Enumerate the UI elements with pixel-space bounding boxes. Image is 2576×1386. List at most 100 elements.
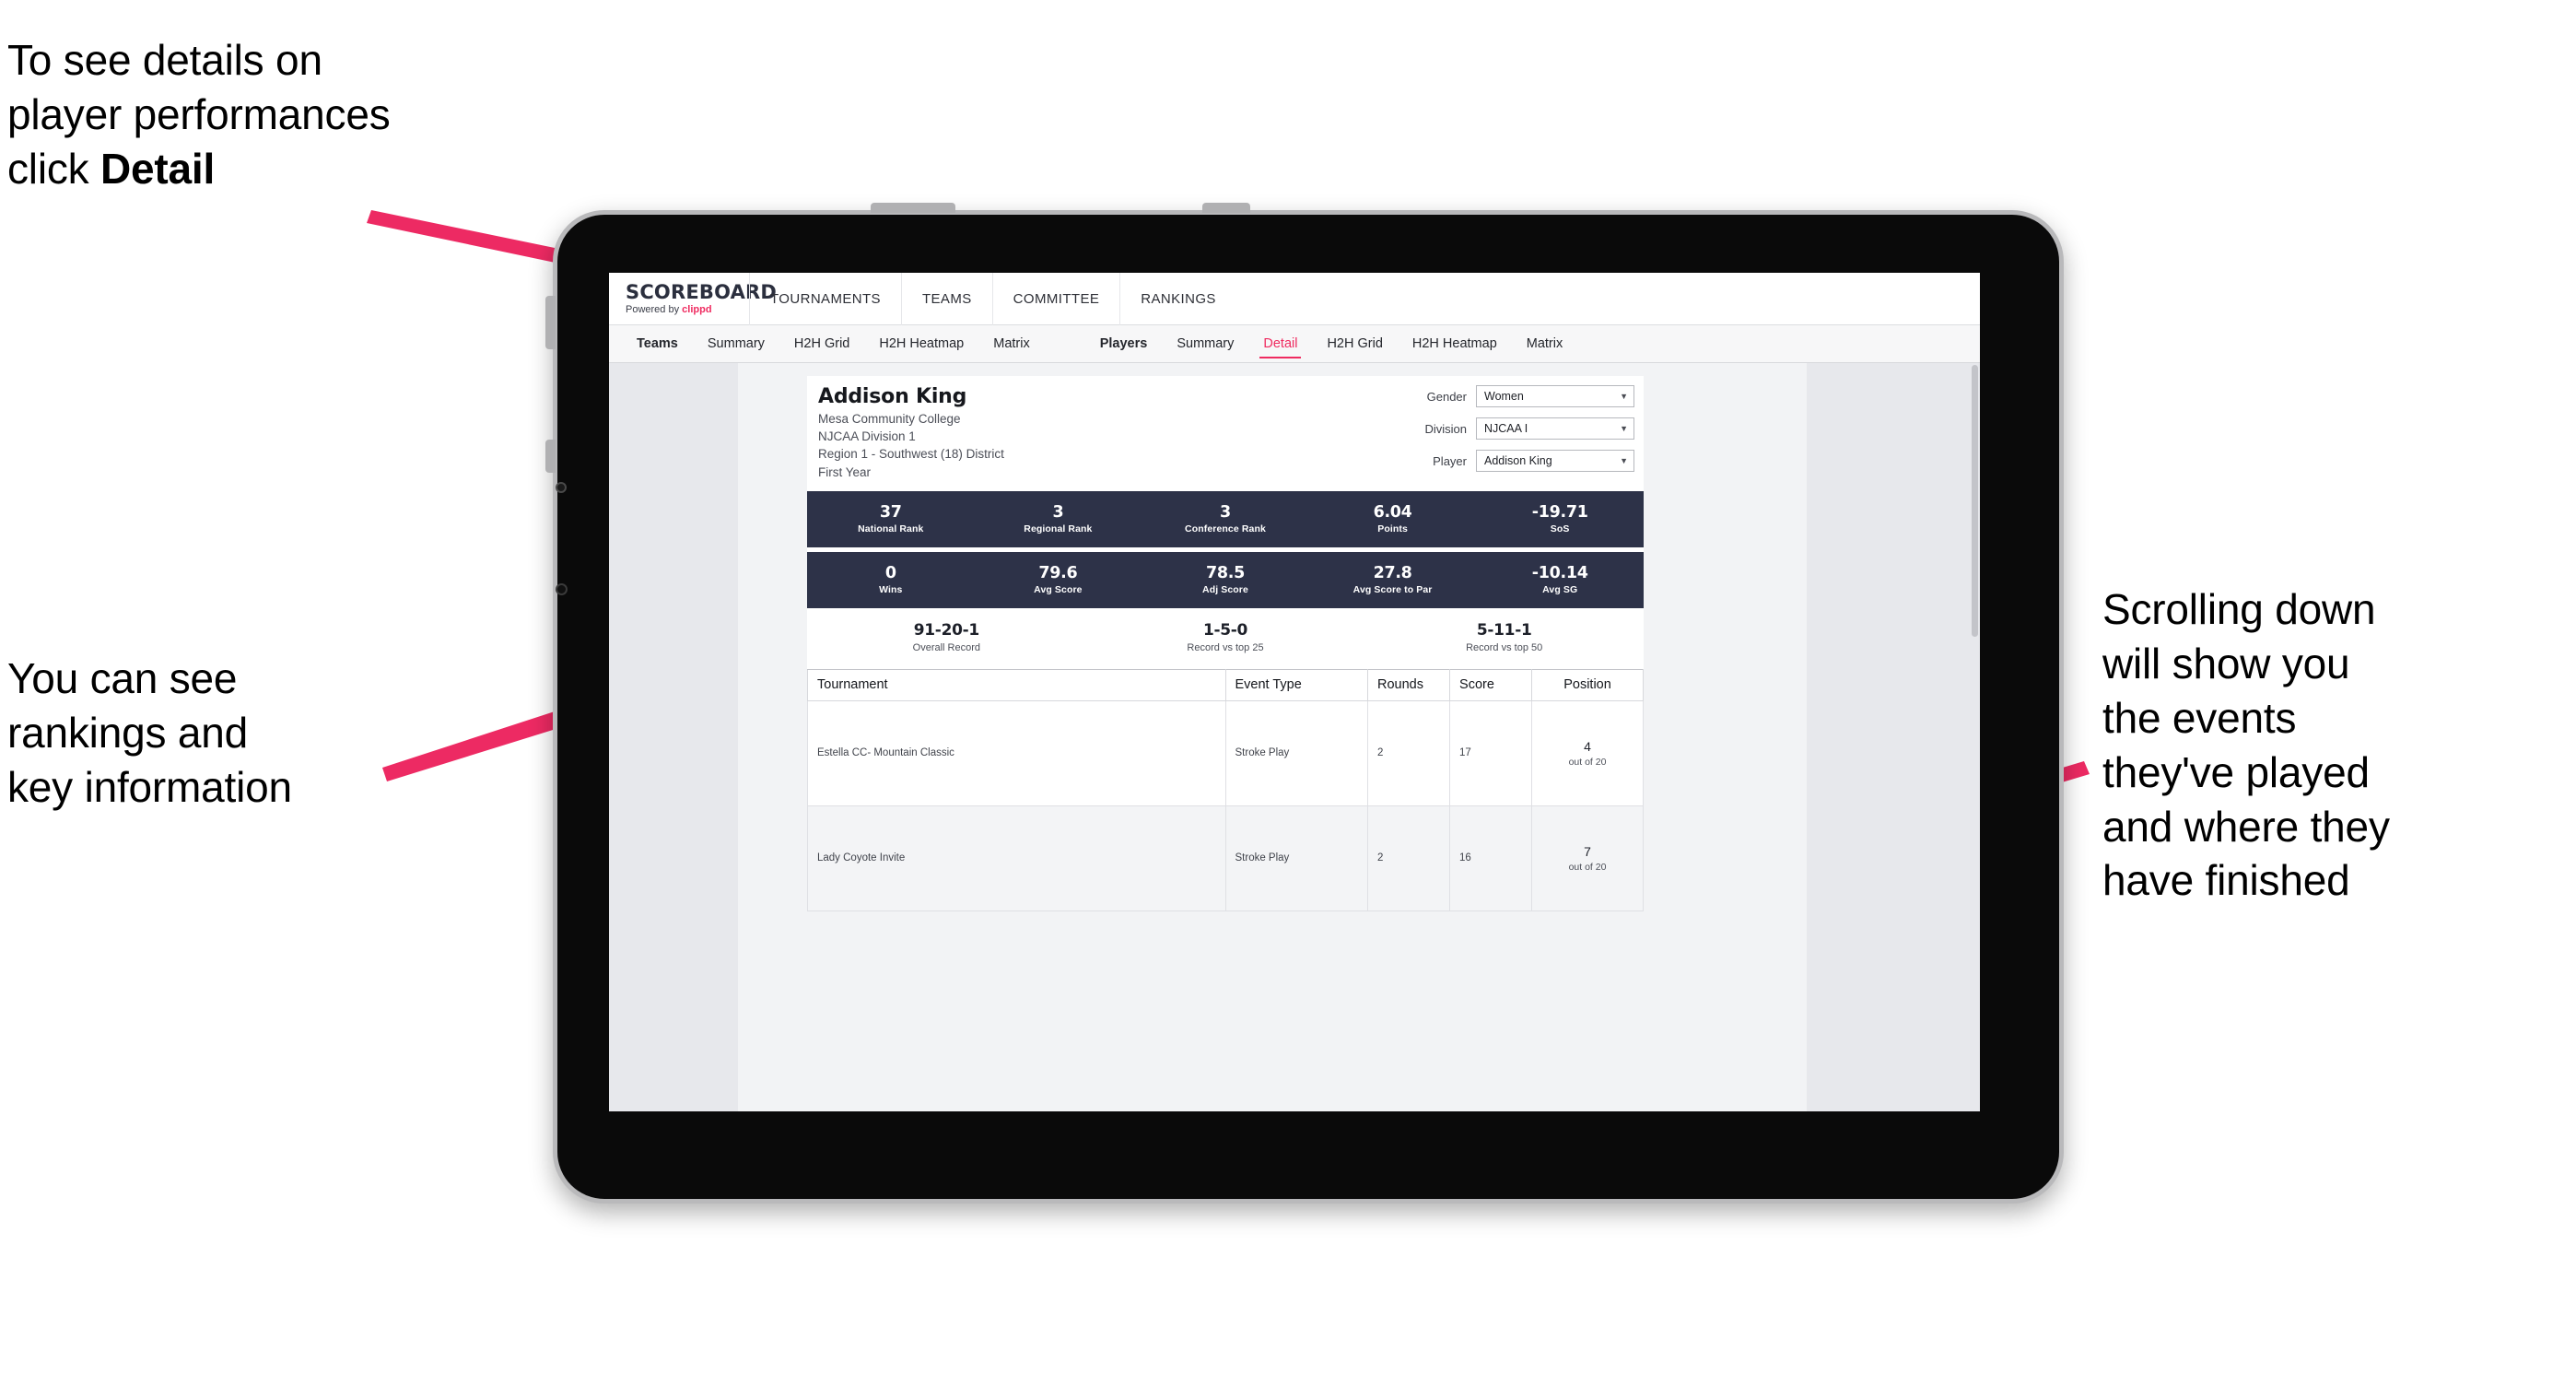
column-header-rounds[interactable]: Rounds: [1367, 668, 1451, 701]
cell-rounds: 2: [1367, 699, 1451, 806]
stat-avg-score-to-par: 27.8 Avg Score to Par: [1309, 564, 1477, 595]
filter-select-division[interactable]: NJCAA I ▼: [1476, 417, 1634, 440]
topnav-rankings[interactable]: RANKINGS: [1119, 273, 1236, 325]
stat-wins: 0 Wins: [807, 564, 975, 595]
stat-label: SoS: [1550, 523, 1570, 535]
record-value: 1-5-0: [1202, 621, 1248, 640]
player-detail-viz: Addison King Mesa Community College NJCA…: [807, 376, 1644, 911]
annotation-click-detail: To see details on player performances cl…: [7, 33, 597, 196]
position-out-of: out of 20: [1568, 756, 1607, 768]
stat-label: Wins: [879, 584, 903, 596]
tab-players-detail[interactable]: Detail: [1248, 325, 1312, 362]
players-tab-group: Players Summary Detail H2H Grid H2H Heat…: [1085, 325, 1578, 362]
record-label: Record vs top 25: [1187, 642, 1264, 654]
tab-players-matrix[interactable]: Matrix: [1512, 325, 1577, 362]
filter-value-gender: Women: [1484, 390, 1524, 403]
position-value: 4: [1584, 738, 1591, 754]
record-value: 5-11-1: [1476, 621, 1532, 640]
browser-viewport: SCOREBOARD Powered by clippd TOURNAMENTS…: [609, 273, 1980, 1111]
annotation-bold-detail: Detail: [100, 144, 216, 193]
column-header-event-type[interactable]: Event Type: [1224, 668, 1369, 701]
record-row: 91-20-1 Overall Record 1-5-0 Record vs t…: [807, 607, 1644, 664]
brand-logo[interactable]: SCOREBOARD Powered by clippd: [609, 282, 777, 315]
chevron-down-icon: ▼: [1620, 423, 1628, 433]
tournament-results-table: Tournament Event Type Rounds Score Posit…: [807, 668, 1644, 911]
filter-select-player[interactable]: Addison King ▼: [1476, 450, 1634, 472]
topnav-tournaments[interactable]: TOURNAMENTS: [749, 273, 901, 325]
filter-row-player: Player Addison King ▼: [1365, 450, 1634, 472]
player-header: Addison King Mesa Community College NJCA…: [807, 376, 1644, 487]
tablet-device: SCOREBOARD Powered by clippd TOURNAMENTS…: [545, 203, 2064, 1204]
tab-teams-label[interactable]: Teams: [622, 325, 693, 362]
stat-value: 6.04: [1373, 503, 1412, 523]
stat-points: 6.04 Points: [1309, 503, 1477, 534]
tab-teams-h2h-grid[interactable]: H2H Grid: [779, 325, 864, 362]
filter-label-player: Player: [1433, 453, 1467, 468]
chevron-down-icon: ▼: [1620, 391, 1628, 401]
filter-panel: Gender Women ▼ Division NJCAA I ▼ Player…: [1365, 385, 1634, 482]
tab-players-summary[interactable]: Summary: [1162, 325, 1248, 362]
filter-value-player: Addison King: [1484, 454, 1552, 467]
record-vs-top-25: 1-5-0 Record vs top 25: [1086, 621, 1365, 653]
device-camera: [556, 482, 567, 493]
filter-label-division: Division: [1424, 421, 1467, 436]
stat-label: Regional Rank: [1024, 523, 1093, 535]
stat-label: Conference Rank: [1185, 523, 1266, 535]
stat-regional-rank: 3 Regional Rank: [975, 503, 1142, 534]
cell-tournament: Estella CC- Mountain Classic: [807, 699, 1226, 806]
tab-teams-matrix[interactable]: Matrix: [978, 325, 1044, 362]
stat-value: 78.5: [1205, 564, 1245, 583]
topnav-teams[interactable]: TEAMS: [900, 273, 992, 325]
device-volume-up-button: [545, 296, 556, 349]
column-header-tournament[interactable]: Tournament: [807, 668, 1226, 701]
record-overall: 91-20-1 Overall Record: [807, 621, 1086, 653]
tab-teams-summary[interactable]: Summary: [693, 325, 779, 362]
stat-avg-sg: -10.14 Avg SG: [1476, 564, 1644, 595]
brand-subtitle: Powered by clippd: [626, 303, 749, 315]
column-header-position[interactable]: Position: [1531, 668, 1644, 701]
cell-event-type: Stroke Play: [1224, 699, 1369, 806]
stat-label: National Rank: [858, 523, 924, 535]
tab-teams-h2h-heatmap[interactable]: H2H Heatmap: [864, 325, 978, 362]
table-row[interactable]: Lady Coyote Invite Stroke Play 2 16 7 ou…: [807, 805, 1644, 911]
stat-value: 37: [879, 503, 902, 523]
table-row[interactable]: Estella CC- Mountain Classic Stroke Play…: [807, 699, 1644, 806]
dashboard-sheet: Addison King Mesa Community College NJCA…: [738, 363, 1807, 1111]
chevron-down-icon: ▼: [1620, 455, 1628, 465]
filter-select-gender[interactable]: Women ▼: [1476, 385, 1634, 407]
stat-bar-rankings: 37 National Rank 3 Regional Rank 3 Confe…: [807, 490, 1644, 547]
topnav-committee[interactable]: COMMITTEE: [991, 273, 1120, 325]
stat-value: 0: [884, 564, 896, 583]
position-out-of: out of 20: [1568, 861, 1607, 873]
table-header-row: Tournament Event Type Rounds Score Posit…: [807, 668, 1644, 701]
stat-national-rank: 37 National Rank: [807, 503, 975, 534]
device-button-top-b: [1202, 203, 1250, 213]
filter-row-division: Division NJCAA I ▼: [1365, 417, 1634, 440]
stat-label: Adj Score: [1202, 584, 1248, 596]
column-header-score[interactable]: Score: [1449, 668, 1533, 701]
teams-tab-group: Teams Summary H2H Grid H2H Heatmap Matri…: [622, 325, 1045, 362]
tab-players-h2h-grid[interactable]: H2H Grid: [1312, 325, 1397, 362]
cell-tournament: Lady Coyote Invite: [807, 805, 1226, 911]
stat-conference-rank: 3 Conference Rank: [1142, 503, 1309, 534]
powered-by-text: Powered by: [626, 303, 683, 315]
stat-value: -10.14: [1531, 564, 1588, 583]
tab-players-h2h-heatmap[interactable]: H2H Heatmap: [1398, 325, 1512, 362]
vertical-scrollbar[interactable]: [1972, 365, 1978, 637]
annotation-scroll-down: Scrolling down will show you the events …: [2102, 585, 2390, 905]
tab-players-label[interactable]: Players: [1085, 325, 1163, 362]
stat-value: 3: [1052, 503, 1064, 523]
slide-canvas: To see details on player performances cl…: [0, 0, 2576, 1386]
filter-row-gender: Gender Women ▼: [1365, 385, 1634, 407]
stat-label: Avg Score: [1034, 584, 1083, 596]
record-value: 91-20-1: [913, 621, 979, 640]
record-label: Overall Record: [912, 642, 981, 654]
cell-score: 16: [1449, 805, 1533, 911]
table-header: Tournament Event Type Rounds Score Posit…: [807, 668, 1644, 701]
cell-event-type: Stroke Play: [1224, 805, 1369, 911]
cell-position: 7 out of 20: [1531, 805, 1644, 911]
record-vs-top-50: 5-11-1 Record vs top 50: [1364, 621, 1644, 653]
stat-avg-score: 79.6 Avg Score: [975, 564, 1142, 595]
table-body: Estella CC- Mountain Classic Stroke Play…: [807, 699, 1644, 911]
device-button-top-a: [871, 203, 955, 213]
